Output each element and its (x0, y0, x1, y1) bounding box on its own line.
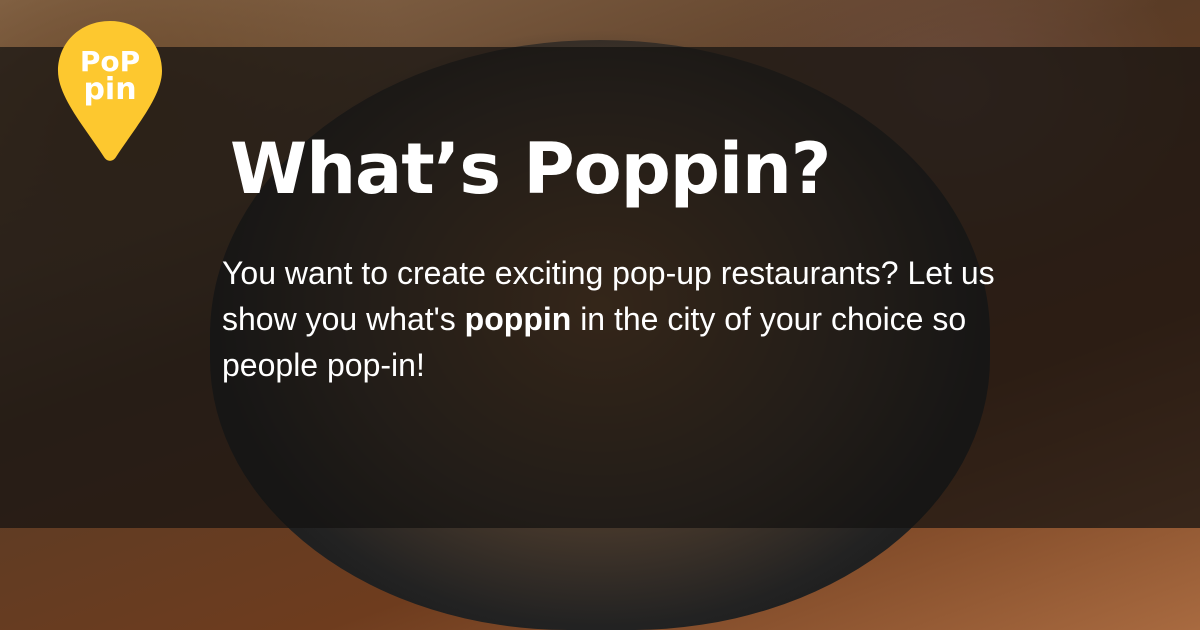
description-bold-word: poppin (464, 301, 572, 337)
poppin-logo-pin-icon: PoP pin (58, 21, 162, 161)
description-text: You want to create exciting pop-up resta… (222, 250, 1042, 388)
svg-text:pin: pin (83, 72, 136, 107)
headline: What’s Poppin? (230, 128, 831, 210)
